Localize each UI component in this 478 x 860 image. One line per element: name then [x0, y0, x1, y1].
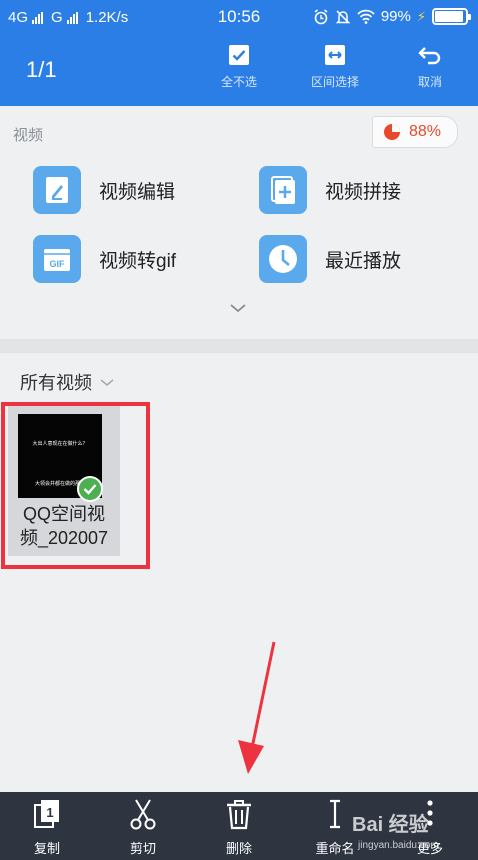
- range-select-button[interactable]: 区间选择: [295, 43, 375, 90]
- rename-label: 重命名: [315, 841, 355, 856]
- clock-icon: [259, 235, 307, 283]
- tool-video-edit[interactable]: 视频编辑: [33, 166, 175, 214]
- chevron-down-icon[interactable]: [229, 302, 247, 314]
- storage-percent: 88%: [409, 123, 442, 140]
- range-select-label: 区间选择: [310, 75, 359, 89]
- highlight-box: [1, 402, 150, 569]
- battery-icon: [432, 8, 471, 25]
- section-divider: [0, 339, 478, 353]
- deselect-all-button[interactable]: 全不选: [199, 43, 279, 90]
- delete-button[interactable]: 删除: [199, 798, 279, 857]
- tool-label: 视频拼接: [325, 181, 402, 203]
- gif-icon: GIF: [33, 235, 81, 283]
- video-filter-dropdown[interactable]: 所有视频: [20, 369, 114, 395]
- svg-text:GIF: GIF: [50, 259, 66, 269]
- svg-text:1: 1: [46, 805, 53, 820]
- video-filter-label: 所有视频: [20, 373, 92, 393]
- charging-icon: ⚡: [416, 8, 426, 24]
- watermark-url: jingyan.baidu.com: [358, 840, 439, 851]
- selection-counter: 1/1: [26, 57, 57, 82]
- copy-icon: 1: [34, 800, 59, 828]
- pie-chart-icon: [384, 124, 400, 140]
- top-bar: 4G G 1.2K/s 10:56 99% ⚡ 1/1 全不选 区间选择 取消: [0, 0, 478, 106]
- tool-video-to-gif[interactable]: GIF 视频转gif: [33, 235, 176, 283]
- status-bar: 4G G 1.2K/s 10:56 99% ⚡: [0, 0, 478, 34]
- mute-icon: [335, 9, 351, 24]
- wifi-icon: [357, 9, 375, 24]
- cut-label: 剪切: [129, 841, 156, 856]
- section-label: 视频: [13, 127, 44, 144]
- video-edit-icon: [33, 166, 81, 214]
- video-merge-icon: [259, 166, 307, 214]
- rename-icon: [330, 799, 340, 829]
- range-select-icon: [325, 45, 345, 65]
- arrow-annotation-icon: [238, 641, 276, 774]
- cut-button[interactable]: 剪切: [103, 798, 183, 857]
- tool-label: 视频编辑: [99, 181, 176, 203]
- watermark-brand: Bai 经验: [352, 814, 429, 836]
- cancel-label: 取消: [417, 75, 442, 89]
- checkbox-icon: [229, 45, 249, 65]
- status-right: 99% ⚡: [313, 8, 471, 25]
- storage-badge[interactable]: 88%: [372, 116, 458, 148]
- tool-label: 最近播放: [325, 250, 402, 272]
- battery-percent: 99%: [380, 8, 411, 25]
- copy-label: 复制: [33, 841, 60, 856]
- tool-label: 视频转gif: [99, 250, 177, 272]
- deselect-all-label: 全不选: [220, 75, 257, 89]
- delete-label: 删除: [225, 841, 252, 856]
- tool-recent-play[interactable]: 最近播放: [259, 235, 401, 283]
- trash-icon: [227, 800, 251, 830]
- chevron-down-icon: [100, 378, 114, 386]
- scissors-icon: [130, 799, 156, 830]
- alarm-icon: [314, 8, 328, 24]
- cancel-button[interactable]: 取消: [390, 43, 470, 90]
- tool-video-merge[interactable]: 视频拼接: [259, 166, 401, 214]
- watermark: Bai 经验 jingyan.baidu.com: [352, 808, 439, 851]
- copy-button[interactable]: 1 复制: [7, 798, 87, 857]
- return-icon: [418, 47, 441, 65]
